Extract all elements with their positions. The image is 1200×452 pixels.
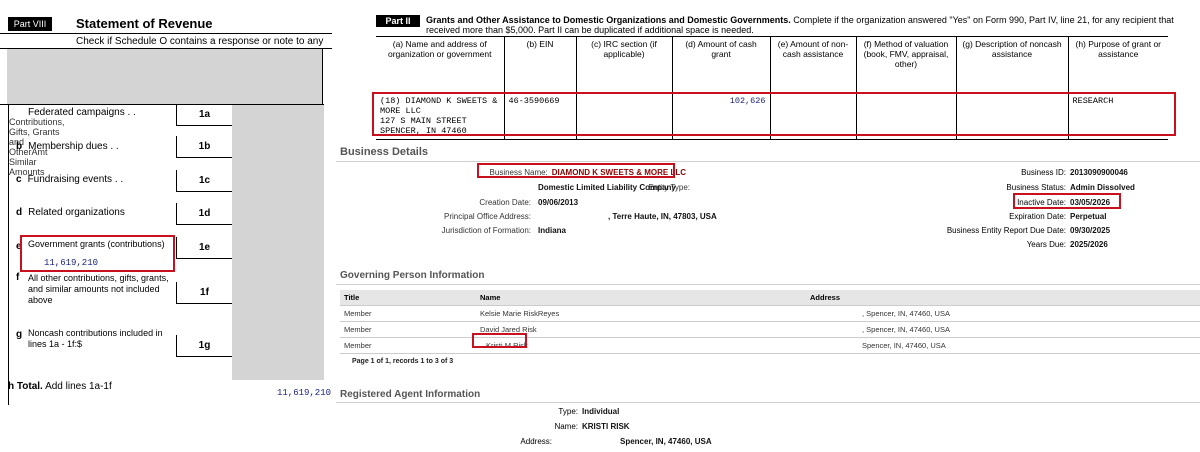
business-status-label: Business Status: xyxy=(1006,183,1066,192)
report-due-value: 09/30/2025 xyxy=(1070,226,1111,235)
shaded-column xyxy=(232,105,324,380)
form990-part8-panel: Part VIII Statement of Revenue Check if … xyxy=(0,0,332,452)
line-code-1d: 1d xyxy=(176,203,232,225)
statement-title: Statement of Revenue xyxy=(76,16,213,31)
part-label: Part VIII xyxy=(8,17,52,31)
col-header-name: (a) Name and address of organization or … xyxy=(376,36,504,87)
row-1f-label: All other contributions, gifts, grants, … xyxy=(28,273,169,305)
governing-table: Title Name Address Member Kelsie Marie R… xyxy=(340,290,1200,354)
principal-office-value: , Terre Haute, IN, 47803, USA xyxy=(608,212,717,221)
divider xyxy=(336,161,1200,162)
gov-header-name: Name xyxy=(476,290,806,306)
expiration-date-label: Expiration Date: xyxy=(1009,212,1066,221)
col-header-irc: (c) IRC section (if applicable) xyxy=(575,36,672,87)
expiration-date-value: Perpetual xyxy=(1070,212,1107,221)
highlight-box xyxy=(20,235,175,272)
shaded-area xyxy=(7,49,323,104)
registered-agent-heading: Registered Agent Information xyxy=(340,389,481,400)
pagination-text: Page 1 of 1, records 1 to 3 of 3 xyxy=(352,358,454,365)
line-code-1c: 1c xyxy=(176,170,232,192)
jurisdiction-label: Jurisdiction of Formation: xyxy=(441,226,531,235)
row-1b-label: b Membership dues . . xyxy=(16,141,119,152)
gov-header-title: Title xyxy=(340,290,476,306)
gov-header-address: Address xyxy=(806,290,1200,306)
right-panel: Part II Grants and Other Assistance to D… xyxy=(336,0,1200,452)
years-due-value: 2025/2026 xyxy=(1070,240,1108,249)
agent-address-value: Spencer, IN, 47460, USA xyxy=(620,437,712,446)
line-code-1g: 1g xyxy=(176,335,232,357)
table-row: Member David Jared Risk , Spencer, IN, 4… xyxy=(340,321,1200,338)
governing-heading: Governing Person Information xyxy=(340,270,485,281)
col-header-ein: (b) EIN xyxy=(503,36,576,87)
total-value: 11,619,210 xyxy=(277,388,332,398)
col-header-purpose: (h) Purpose of grant or assistance xyxy=(1067,36,1168,87)
highlight-box xyxy=(1013,193,1121,209)
line-code-1e: 1e xyxy=(176,237,232,259)
person-name: Kelsie Marie RiskReyes xyxy=(476,305,806,322)
creation-date-value: 09/06/2013 xyxy=(538,198,579,207)
col-header-method: (f) Method of valuation (book, FMV, appr… xyxy=(855,36,956,87)
business-id-value: 2013090900046 xyxy=(1070,168,1128,177)
divider xyxy=(336,284,1200,285)
row-1c-label: c Fundraising events . . xyxy=(16,174,124,185)
col-header-desc: (g) Description of noncash assistance xyxy=(955,36,1068,87)
agent-type-value: Individual xyxy=(582,407,620,416)
row-1d-label: d Related organizations xyxy=(16,207,125,218)
line-code-1f: 1f xyxy=(176,282,232,304)
agent-address-label: Address: xyxy=(520,437,552,446)
table-row: Member Kristi M Risk Spencer, IN, 47460,… xyxy=(340,337,1200,354)
creation-date-label: Creation Date: xyxy=(479,198,531,207)
business-id-label: Business ID: xyxy=(1021,168,1066,177)
table-row: Member Kelsie Marie RiskReyes , Spencer,… xyxy=(340,305,1200,322)
entity-type-value: Domestic Limited Liability Company xyxy=(538,183,676,192)
divider xyxy=(0,33,332,34)
line-code-1a: 1a xyxy=(176,104,232,126)
line-code-1b: 1b xyxy=(176,136,232,158)
agent-name-label: Name: xyxy=(554,422,578,431)
highlight-box xyxy=(372,92,1176,136)
row-1f-letter: f xyxy=(16,272,20,283)
row-1g-label: Noncash contributions included in lines … xyxy=(28,328,163,349)
total-row-label: h Total. Add lines 1a-1f xyxy=(8,381,112,392)
schedule-o-check-text: Check if Schedule O contains a response … xyxy=(76,36,324,47)
part2-title: Grants and Other Assistance to Domestic … xyxy=(426,15,1174,35)
part2-label: Part II xyxy=(376,15,420,27)
row-1g-letter: g xyxy=(16,329,23,340)
col-header-cash: (d) Amount of cash grant xyxy=(671,36,770,87)
agent-type-label: Type: xyxy=(558,407,578,416)
agent-name-value: KRISTI RISK xyxy=(582,422,630,431)
principal-office-label: Principal Office Address: xyxy=(443,212,531,221)
business-details-heading: Business Details xyxy=(340,146,429,158)
divider xyxy=(336,402,1200,403)
row-1a-label: Federated campaigns . . xyxy=(28,107,136,118)
business-status-value: Admin Dissolved xyxy=(1070,183,1135,192)
col-header-noncash: (e) Amount of non-cash assistance xyxy=(769,36,856,87)
highlight-box xyxy=(477,163,675,178)
report-due-label: Business Entity Report Due Date: xyxy=(946,226,1066,235)
jurisdiction-value: Indiana xyxy=(538,226,567,235)
years-due-label: Years Due: xyxy=(1026,240,1066,249)
highlight-box xyxy=(472,333,527,348)
